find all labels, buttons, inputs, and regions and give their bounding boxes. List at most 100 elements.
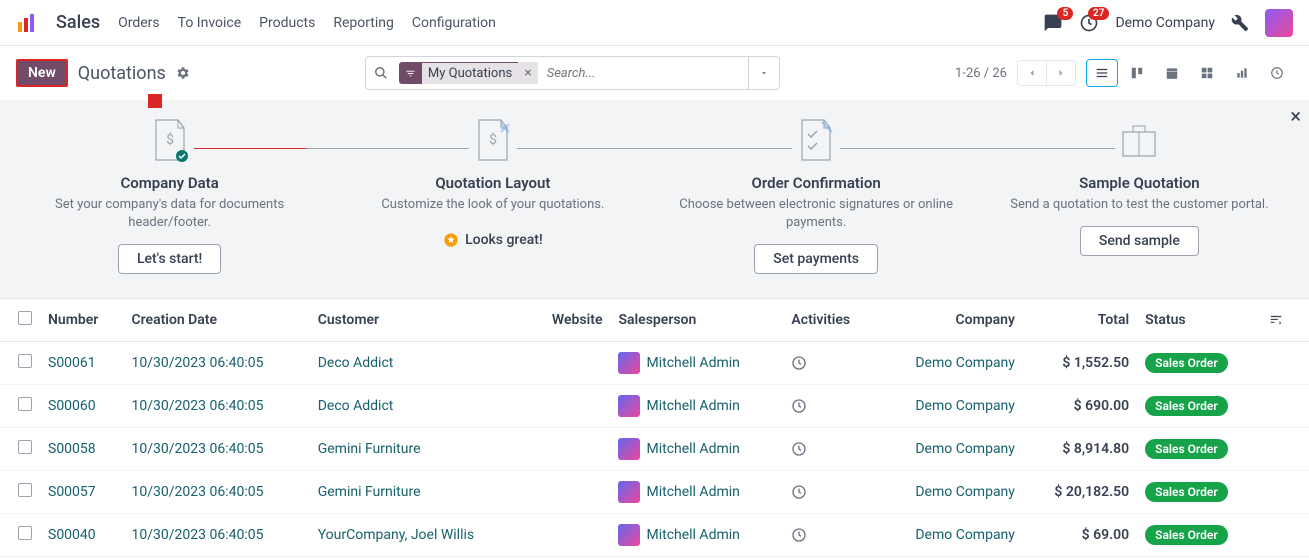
search-input[interactable]	[541, 66, 748, 81]
cell-company[interactable]: Demo Company	[915, 441, 1015, 457]
th-company[interactable]: Company	[877, 299, 1022, 342]
cell-salesperson[interactable]: Mitchell Admin	[618, 352, 775, 374]
cell-number[interactable]: S00057	[48, 484, 96, 500]
pager-prev-icon[interactable]	[1018, 61, 1046, 85]
search-icon[interactable]	[366, 66, 396, 80]
columns-icon[interactable]	[1269, 313, 1293, 327]
row-checkbox[interactable]	[18, 483, 32, 497]
ob-looks-great[interactable]: Looks great!	[443, 226, 543, 248]
ob-title-2: Quotation Layout	[435, 174, 550, 192]
ob-button-lets-start[interactable]: Let's start!	[118, 244, 221, 274]
cell-customer[interactable]: YourCompany, Joel Willis	[318, 527, 474, 543]
view-pivot-icon[interactable]	[1191, 59, 1223, 87]
view-graph-icon[interactable]	[1226, 59, 1258, 87]
nav-to-invoice[interactable]: To Invoice	[178, 15, 242, 31]
ob-button-set-payments[interactable]: Set payments	[754, 244, 878, 274]
salesperson-avatar	[618, 352, 640, 374]
status-badge: Sales Order	[1145, 525, 1228, 545]
salesperson-name: Mitchell Admin	[646, 398, 739, 414]
th-customer[interactable]: Customer	[310, 299, 527, 342]
th-creation[interactable]: Creation Date	[123, 299, 309, 342]
clock-icon[interactable]	[791, 441, 869, 457]
table-row[interactable]: S00057 10/30/2023 06:40:05 Gemini Furnit…	[0, 471, 1309, 514]
cell-salesperson[interactable]: Mitchell Admin	[618, 395, 775, 417]
gear-icon[interactable]	[176, 66, 190, 80]
nav-reporting[interactable]: Reporting	[333, 15, 394, 31]
row-checkbox[interactable]	[18, 354, 32, 368]
th-status[interactable]: Status	[1137, 299, 1261, 342]
th-activities[interactable]: Activities	[783, 299, 877, 342]
ob-button-send-sample[interactable]: Send sample	[1080, 226, 1199, 256]
cell-company[interactable]: Demo Company	[915, 355, 1015, 371]
ob-desc-2: Customize the look of your quotations.	[381, 196, 604, 214]
nav-configuration[interactable]: Configuration	[412, 15, 496, 31]
onboarding-step-sample: Sample Quotation Send a quotation to tes…	[978, 116, 1301, 274]
view-kanban-icon[interactable]	[1121, 59, 1153, 87]
activities-icon[interactable]: 27	[1079, 13, 1099, 33]
messages-badge: 5	[1057, 7, 1073, 20]
cell-customer[interactable]: Deco Addict	[318, 398, 394, 414]
row-checkbox[interactable]	[18, 397, 32, 411]
new-button[interactable]: New	[16, 59, 68, 87]
filter-icon	[399, 64, 422, 83]
select-all-checkbox[interactable]	[18, 311, 32, 325]
ob-title-4: Sample Quotation	[1079, 174, 1199, 192]
table-row[interactable]: S00061 10/30/2023 06:40:05 Deco Addict M…	[0, 342, 1309, 385]
cell-salesperson[interactable]: Mitchell Admin	[618, 438, 775, 460]
nav-products[interactable]: Products	[259, 15, 315, 31]
app-name[interactable]: Sales	[56, 12, 100, 33]
row-checkbox[interactable]	[18, 440, 32, 454]
quotations-table: Number Creation Date Customer Website Sa…	[0, 299, 1309, 557]
cell-customer[interactable]: Gemini Furniture	[318, 484, 421, 500]
cell-company[interactable]: Demo Company	[915, 398, 1015, 414]
cell-number[interactable]: S00040	[48, 527, 96, 543]
debug-icon[interactable]	[1231, 14, 1249, 32]
search-dropdown-icon[interactable]	[748, 57, 779, 89]
document-icon: $	[146, 116, 194, 164]
cell-customer[interactable]: Deco Addict	[318, 355, 394, 371]
filter-remove-icon[interactable]: ×	[518, 62, 537, 84]
svg-text:$: $	[166, 131, 174, 148]
cell-date: 10/30/2023 06:40:05	[131, 355, 263, 371]
clock-icon[interactable]	[791, 355, 869, 371]
cell-total: $ 69.00	[1023, 514, 1137, 557]
view-calendar-icon[interactable]	[1156, 59, 1188, 87]
clock-icon[interactable]	[791, 398, 869, 414]
cell-company[interactable]: Demo Company	[915, 527, 1015, 543]
clock-icon[interactable]	[791, 484, 869, 500]
salesperson-name: Mitchell Admin	[646, 355, 739, 371]
th-salesperson[interactable]: Salesperson	[610, 299, 783, 342]
view-list-icon[interactable]	[1086, 59, 1118, 87]
company-switcher[interactable]: Demo Company	[1115, 15, 1215, 31]
cell-total: $ 1,552.50	[1023, 342, 1137, 385]
svg-text:$: $	[489, 131, 497, 148]
status-badge: Sales Order	[1145, 482, 1228, 502]
th-total[interactable]: Total	[1023, 299, 1137, 342]
th-website[interactable]: Website	[527, 299, 611, 342]
user-avatar[interactable]	[1265, 9, 1293, 37]
table-row[interactable]: S00040 10/30/2023 06:40:05 YourCompany, …	[0, 514, 1309, 557]
cell-salesperson[interactable]: Mitchell Admin	[618, 481, 775, 503]
pager-text[interactable]: 1-26 / 26	[955, 66, 1007, 81]
view-activity-icon[interactable]	[1261, 59, 1293, 87]
onboarding-step-order: Order Confirmation Choose between electr…	[655, 116, 978, 274]
salesperson-avatar	[618, 438, 640, 460]
table-row[interactable]: S00060 10/30/2023 06:40:05 Deco Addict M…	[0, 385, 1309, 428]
cell-number[interactable]: S00058	[48, 441, 96, 457]
app-icon[interactable]	[16, 12, 38, 34]
onboarding-step-layout: $ Quotation Layout Customize the look of…	[331, 116, 654, 274]
pager-next-icon[interactable]	[1046, 61, 1075, 85]
cell-company[interactable]: Demo Company	[915, 484, 1015, 500]
nav-orders[interactable]: Orders	[118, 15, 160, 31]
clock-icon[interactable]	[791, 527, 869, 543]
cell-number[interactable]: S00060	[48, 398, 96, 414]
th-number[interactable]: Number	[40, 299, 123, 342]
cell-customer[interactable]: Gemini Furniture	[318, 441, 421, 457]
row-checkbox[interactable]	[18, 526, 32, 540]
messages-icon[interactable]: 5	[1043, 13, 1063, 33]
ob-title-3: Order Confirmation	[752, 174, 881, 192]
cell-number[interactable]: S00061	[48, 355, 96, 371]
salesperson-name: Mitchell Admin	[646, 527, 739, 543]
table-row[interactable]: S00058 10/30/2023 06:40:05 Gemini Furnit…	[0, 428, 1309, 471]
cell-salesperson[interactable]: Mitchell Admin	[618, 524, 775, 546]
